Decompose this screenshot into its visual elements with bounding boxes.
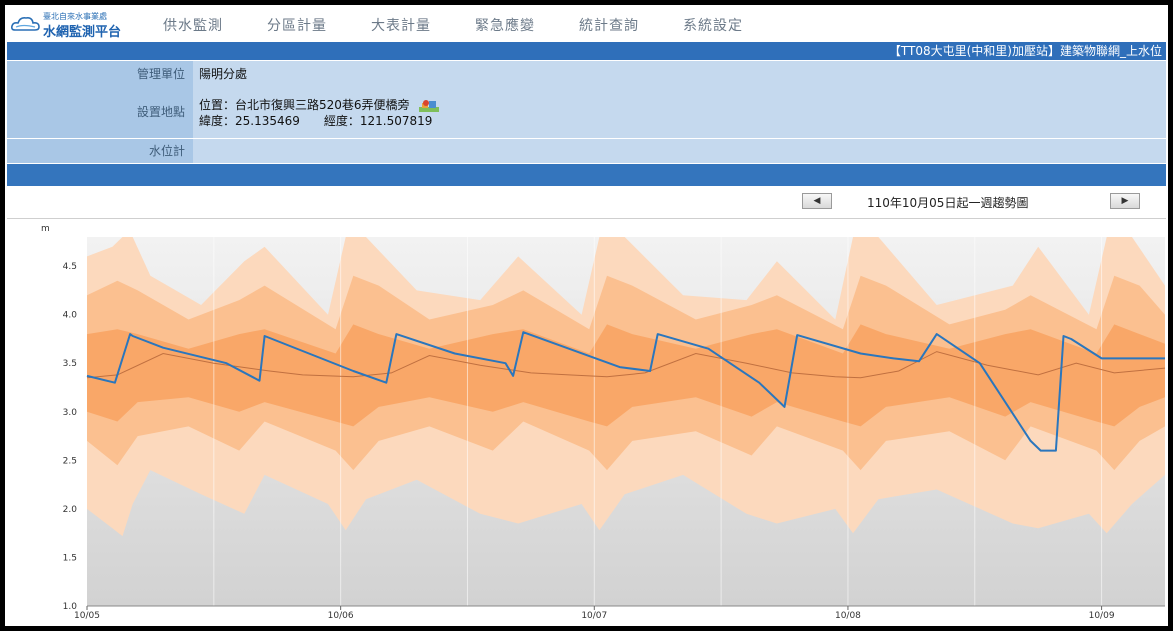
logo[interactable]: 臺北自來水事業處 水網監測平台 — [11, 9, 141, 40]
y-axis-unit: m — [41, 224, 50, 234]
y-tick-label: 2.0 — [63, 505, 78, 515]
menu-supply-monitoring[interactable]: 供水監測 — [163, 15, 223, 35]
unit-label: 管理單位 — [7, 61, 193, 87]
coords-text: 緯度：25.135469 經度：121.507819 — [199, 114, 433, 128]
x-tick-label: 10/07 — [581, 611, 607, 621]
y-tick-label: 2.5 — [63, 456, 77, 466]
app-window: 臺北自來水事業處 水網監測平台 供水監測 分區計量 大表計量 緊急應變 統計查詢… — [5, 5, 1168, 626]
x-tick-label: 10/06 — [328, 611, 354, 621]
menu-district-metering[interactable]: 分區計量 — [267, 15, 327, 35]
menu-emergency[interactable]: 緊急應變 — [475, 15, 535, 35]
address-text: 位置：台北市復興三路520巷6弄便橋旁 — [199, 98, 410, 112]
water-level-chart: m1.01.52.02.53.03.54.04.510/05 10/06 10/07… — [41, 224, 1166, 621]
x-tick-label: 10/09 — [1089, 611, 1115, 621]
info-row-unit: 管理單位 陽明分處 — [7, 61, 1166, 87]
y-tick-label: 3.5 — [63, 359, 77, 369]
location-label: 設置地點 — [7, 87, 193, 138]
map-marker-icon[interactable] — [418, 99, 440, 113]
next-week-button[interactable]: ▶ — [1110, 193, 1140, 209]
y-tick-label: 4.0 — [63, 311, 78, 321]
section-bar — [7, 164, 1166, 186]
station-title: 【TT08大屯里(中和里)加壓站】建築物聯網_上水位 — [7, 42, 1166, 60]
app-name: 水網監測平台 — [43, 25, 122, 40]
x-tick-label: 10/08 — [835, 611, 861, 621]
range-navigator: ◀ 110年10月05日起一週趨勢圖 ▶ — [7, 186, 1166, 219]
y-tick-label: 1.5 — [63, 553, 77, 563]
cloud-logo-icon — [11, 17, 40, 31]
y-tick-label: 3.0 — [63, 408, 78, 418]
location-value: 位置：台北市復興三路520巷6弄便橋旁 緯度：25.135469 經度：121.… — [199, 97, 440, 129]
info-row-meter: 水位計 — [7, 139, 1166, 163]
menu-statistics[interactable]: 統計查詢 — [579, 15, 639, 35]
range-text: 110年10月05日起一週趨勢圖 — [867, 196, 1029, 210]
x-tick-label: 10/05 — [74, 611, 100, 621]
prev-week-button[interactable]: ◀ — [802, 193, 832, 209]
meter-label: 水位計 — [7, 139, 193, 163]
menu-settings[interactable]: 系統設定 — [683, 15, 743, 35]
unit-value: 陽明分處 — [199, 67, 248, 81]
triangle-right-icon: ▶ — [1121, 196, 1129, 206]
triangle-left-icon: ◀ — [813, 196, 821, 206]
info-row-location: 設置地點 位置：台北市復興三路520巷6弄便橋旁 緯度：25.135469 經度… — [7, 87, 1166, 138]
menu-large-meter[interactable]: 大表計量 — [371, 15, 431, 35]
top-navigation: 臺北自來水事業處 水網監測平台 供水監測 分區計量 大表計量 緊急應變 統計查詢… — [5, 5, 1168, 41]
y-tick-label: 4.5 — [63, 262, 77, 272]
